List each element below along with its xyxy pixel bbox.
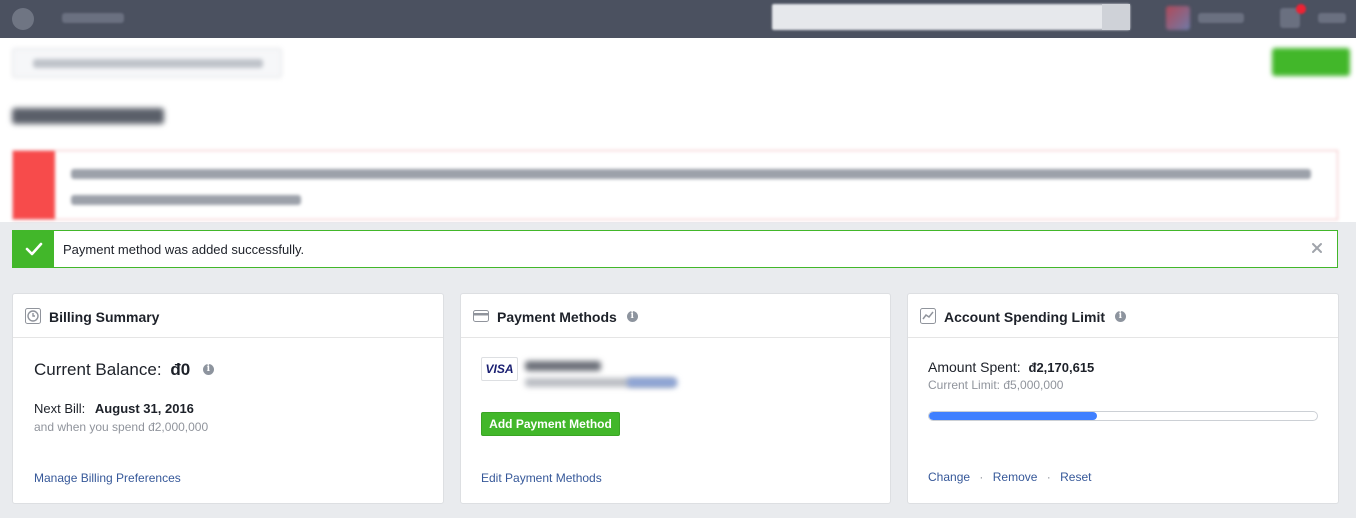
add-payment-method-button[interactable]: Add Payment Method (481, 412, 620, 436)
threshold-note: and when you spend đ2,000,000 (34, 420, 209, 434)
card-header: Account Spending Limit i (908, 294, 1338, 338)
next-bill: Next Bill: August 31, 2016 (34, 401, 194, 416)
balance-value: đ0 (170, 360, 191, 379)
change-link[interactable]: Change (928, 470, 970, 484)
manage-billing-link[interactable]: Manage Billing Preferences (34, 471, 181, 485)
info-icon[interactable]: i (1114, 311, 1126, 323)
card-title-text: Payment Methods (497, 309, 617, 325)
amount-label: Amount Spent: (928, 359, 1021, 375)
card-title-text: Account Spending Limit (944, 309, 1105, 325)
help-link-blurred[interactable] (1318, 13, 1346, 23)
credit-card-icon (473, 308, 489, 324)
warning-icon (13, 151, 55, 219)
card-action-blurred[interactable] (627, 378, 677, 387)
search-button[interactable] (1102, 4, 1130, 30)
card-title: Account Spending Limit i (944, 309, 1126, 325)
card-header: Payment Methods i (461, 294, 890, 338)
warning-notice (12, 150, 1338, 220)
account-title-blurred (12, 108, 164, 124)
page-header (0, 38, 1356, 222)
avatar[interactable] (1166, 6, 1190, 30)
check-icon (13, 231, 54, 267)
balance-label: Current Balance: (34, 360, 162, 379)
card-title: Billing Summary (49, 309, 160, 325)
search-input[interactable] (772, 4, 1130, 30)
current-balance: Current Balance: đ0 i (34, 360, 214, 380)
spending-limit-card: Account Spending Limit i Amount Spent: đ… (907, 293, 1339, 504)
card-title: Payment Methods i (497, 309, 638, 325)
chart-icon (920, 308, 936, 324)
info-icon[interactable]: i (202, 363, 214, 375)
remove-link[interactable]: Remove (993, 470, 1038, 484)
visa-card-icon: VISA (481, 357, 518, 381)
current-limit: Current Limit: đ5,000,000 (928, 378, 1064, 392)
header-action-button[interactable] (1272, 48, 1350, 76)
next-bill-label: Next Bill: (34, 401, 86, 416)
next-bill-date: August 31, 2016 (94, 401, 194, 416)
amount-spent: Amount Spent: đ2,170,615 (928, 359, 1094, 375)
spending-progress-fill (929, 412, 1098, 420)
success-banner: Payment method was added successfully. (12, 230, 1338, 268)
card-header: Billing Summary (13, 294, 443, 338)
spending-progress-bar (928, 411, 1318, 421)
edit-payment-methods-link[interactable]: Edit Payment Methods (481, 471, 602, 485)
notification-badge (1296, 4, 1306, 14)
warning-text-line (71, 169, 1311, 179)
billing-summary-card: Billing Summary Current Balance: đ0 i Ne… (12, 293, 444, 504)
profile-name-blurred[interactable] (1198, 13, 1244, 23)
account-selector[interactable] (12, 48, 282, 78)
reset-link[interactable]: Reset (1060, 470, 1091, 484)
separator: · (1046, 470, 1051, 484)
clock-icon (25, 308, 41, 324)
payment-methods-card: Payment Methods i VISA Add Payment Metho… (460, 293, 891, 504)
nav-link-blurred[interactable] (62, 13, 124, 23)
success-message: Payment method was added successfully. (63, 242, 305, 257)
warning-text-line (71, 195, 301, 205)
logo-icon[interactable] (12, 8, 34, 30)
limit-actions: Change · Remove · Reset (928, 470, 1091, 484)
info-icon[interactable]: i (626, 311, 638, 323)
card-number-blurred (525, 361, 601, 371)
close-icon[interactable] (1309, 240, 1325, 256)
amount-value: đ2,170,615 (1028, 360, 1095, 375)
separator: · (979, 470, 984, 484)
top-nav-bar (0, 0, 1356, 38)
